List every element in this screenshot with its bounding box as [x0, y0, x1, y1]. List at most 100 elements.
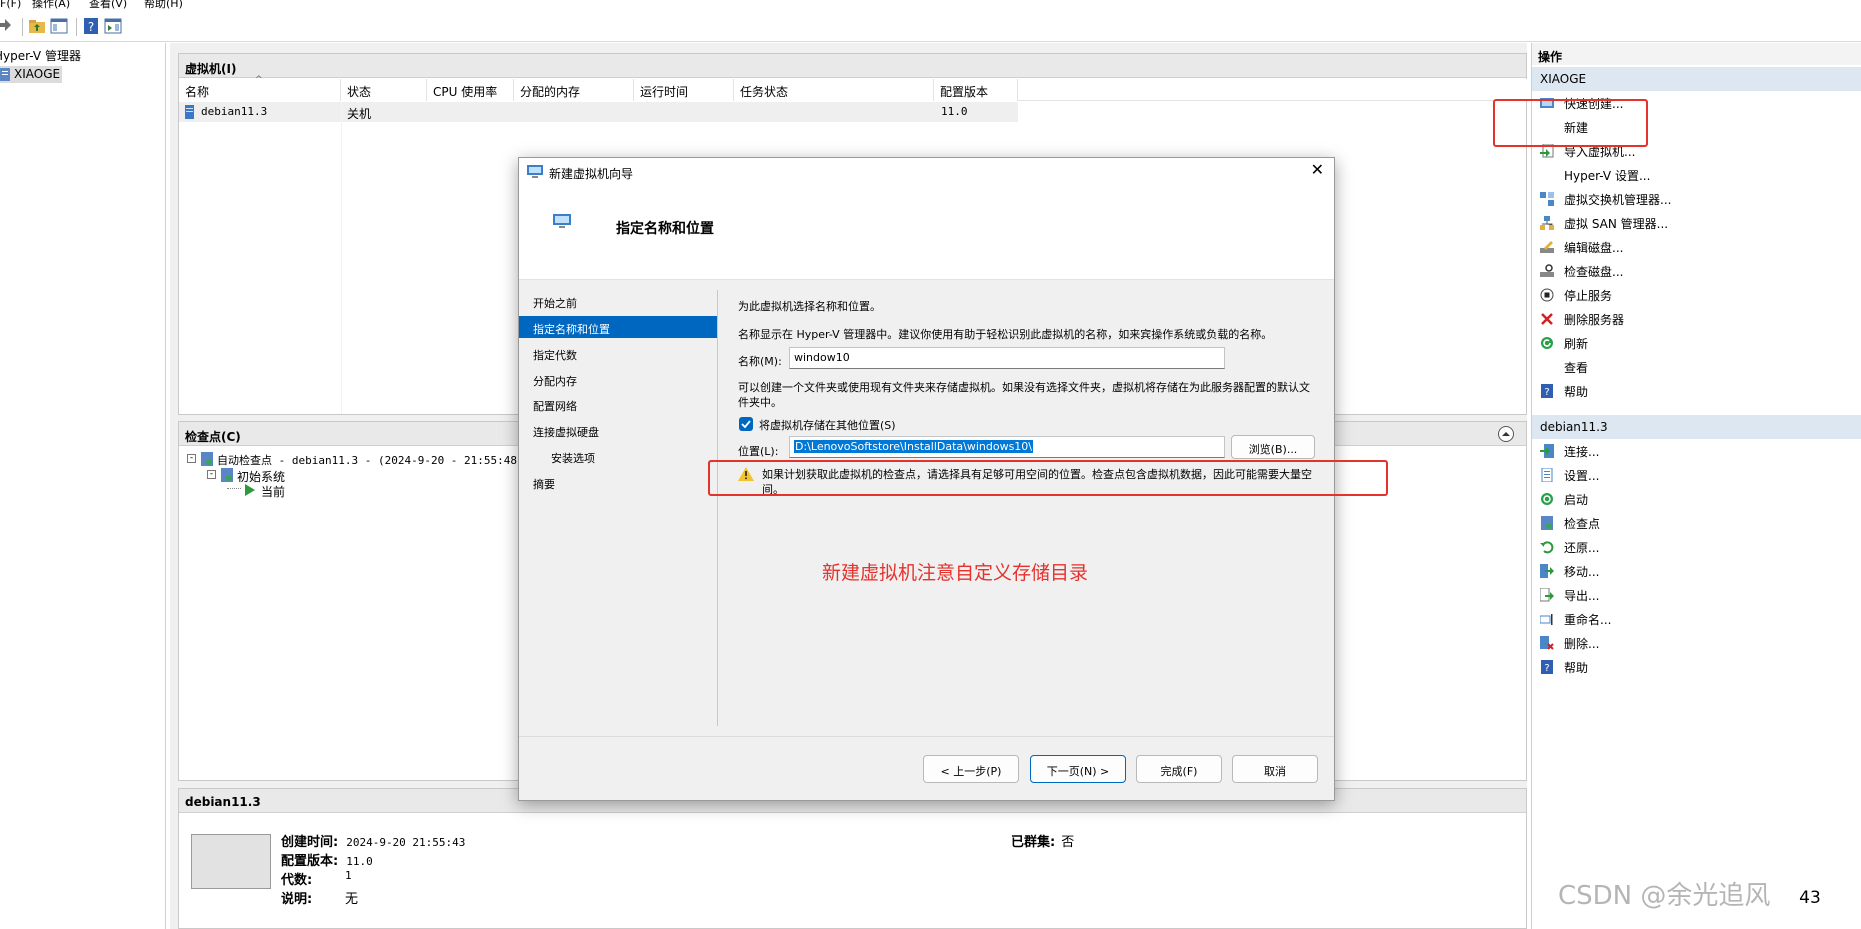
clustered-field: 已群集: 否 [1011, 831, 1074, 850]
browse-button[interactable]: 浏览(B)... [1231, 435, 1315, 459]
menu-file[interactable]: F(F) [0, 0, 21, 9]
tree-expander-icon[interactable]: - [207, 470, 216, 479]
forward-arrow-icon[interactable] [0, 17, 16, 37]
folder-description-line1: 可以创建一个文件夹或使用现有文件夹来存储虚拟机。如果没有选择文件夹，虚拟机将存储… [738, 381, 1310, 394]
edit-disk-icon [1540, 240, 1554, 254]
action-rename[interactable]: 重命名... [1532, 607, 1861, 631]
step-virtual-disk[interactable]: 连接虚拟硬盘 [519, 419, 717, 441]
clustered-label: 已群集: [1011, 835, 1056, 850]
connect-icon [1540, 444, 1554, 458]
help-icon[interactable]: ? [82, 17, 102, 37]
tree-server-label: XIAOGE [14, 67, 61, 81]
store-elsewhere-checkbox[interactable] [739, 417, 753, 431]
previous-button[interactable]: < 上一步(P) [923, 755, 1019, 783]
step-name-location[interactable]: 指定名称和位置 [519, 316, 717, 338]
field-label: 说明: [281, 892, 313, 907]
action-move[interactable]: 移动... [1532, 559, 1861, 583]
field-label: 创建时间: [281, 835, 339, 850]
action-revert[interactable]: 还原... [1532, 535, 1861, 559]
name-input[interactable]: window10 [789, 347, 1225, 369]
steps-divider [717, 290, 718, 726]
col-memory[interactable]: 分配的内存 [514, 79, 634, 101]
dialog-titlebar: 新建虚拟机向导 ✕ [519, 158, 1334, 186]
step-summary[interactable]: 摘要 [519, 471, 717, 493]
tree-root-hyperv-manager[interactable]: Hyper-V 管理器 [0, 47, 81, 64]
name-label: 名称(M): [738, 355, 782, 368]
action-help-vm[interactable]: ? 帮助 [1532, 655, 1861, 679]
col-config-version[interactable]: 配置版本 [934, 79, 1018, 101]
intro-text: 为此虚拟机选择名称和位置。 [738, 300, 881, 313]
cancel-button[interactable]: 取消 [1232, 755, 1318, 783]
step-before-you-begin[interactable]: 开始之前 [519, 290, 717, 312]
action-inspect-disk[interactable]: 检查磁盘... [1532, 259, 1861, 283]
action-settings[interactable]: 设置... [1532, 463, 1861, 487]
actions-pane: 操作 XIAOGE 快速创建... 新建 导入虚拟机... Hyper-V 设置… [1531, 43, 1861, 929]
dialog-footer: < 上一步(P) 下一页(N) > 完成(F) 取消 [519, 736, 1334, 800]
step-network[interactable]: 配置网络 [519, 393, 717, 415]
action-stop-service[interactable]: 停止服务 [1532, 283, 1861, 307]
action-hyperv-settings[interactable]: Hyper-V 设置... [1532, 163, 1861, 187]
annotation-text: 新建虚拟机注意自定义存储目录 [822, 562, 1089, 584]
location-value-selected: D:\LenovoSoftstore\InstallData\windows10… [794, 440, 1034, 453]
next-button[interactable]: 下一页(N) > [1030, 755, 1126, 783]
svg-text:?: ? [1544, 663, 1549, 674]
name-description: 名称显示在 Hyper-V 管理器中。建议你使用有助于轻松识别此虚拟机的名称，如… [738, 328, 1273, 341]
vm-name: debian11.3 [201, 105, 268, 118]
checkpoint-icon [1540, 516, 1554, 530]
vm-pane-title: 虚拟机(I) [179, 54, 1526, 78]
action-delete[interactable]: 删除... [1532, 631, 1861, 655]
show-hide-tree-icon[interactable] [50, 17, 70, 37]
finish-button[interactable]: 完成(F) [1136, 755, 1222, 783]
action-virtual-switch-manager[interactable]: 虚拟交换机管理器... [1532, 187, 1861, 211]
action-start[interactable]: 启动 [1532, 487, 1861, 511]
show-hide-action-pane-icon[interactable] [104, 17, 124, 37]
list-item[interactable]: 自动检查点 - debian11.3 - (2024-9-20 - 21:55:… [217, 452, 524, 468]
step-memory[interactable]: 分配内存 [519, 368, 717, 390]
list-item[interactable]: 当前 [261, 483, 285, 500]
table-row[interactable]: debian11.3 关机 11.0 [179, 102, 1018, 122]
checkpoint-icon [221, 468, 233, 486]
field-label: 配置版本: [281, 854, 339, 869]
dialog-body: 开始之前 指定名称和位置 指定代数 分配内存 配置网络 连接虚拟硬盘 安装选项 … [519, 280, 1334, 736]
step-install-options[interactable]: 安装选项 [519, 445, 717, 467]
dialog-title: 新建虚拟机向导 [549, 167, 634, 181]
field-value: 1 [345, 869, 352, 882]
action-view[interactable]: 查看 [1532, 355, 1861, 379]
refresh-icon [1540, 336, 1554, 350]
close-icon[interactable]: ✕ [1311, 162, 1324, 178]
col-state[interactable]: 状态 [341, 79, 427, 101]
action-edit-disk[interactable]: 编辑磁盘... [1532, 235, 1861, 259]
col-task-status[interactable]: 任务状态 [734, 79, 934, 101]
tree-server-xiaoge[interactable]: XIAOGE [0, 66, 62, 83]
vm-icon [185, 105, 194, 123]
tree-expander-icon[interactable]: - [187, 454, 196, 463]
play-icon [245, 484, 255, 500]
rename-icon [1539, 612, 1554, 626]
actions-group-vm[interactable]: debian11.3 [1532, 415, 1861, 439]
menu-view[interactable]: 查看(V) [89, 0, 127, 9]
col-uptime[interactable]: 运行时间 [634, 79, 734, 101]
checkpoint-icon [201, 452, 213, 470]
field-value: 11.0 [346, 855, 373, 868]
step-generation[interactable]: 指定代数 [519, 342, 717, 364]
action-remove-server[interactable]: 删除服务器 [1532, 307, 1861, 331]
action-virtual-san-manager[interactable]: 虚拟 SAN 管理器... [1532, 211, 1861, 235]
sort-up-icon: ^ [255, 75, 263, 85]
action-export[interactable]: 导出... [1532, 583, 1861, 607]
actions-group-server[interactable]: XIAOGE [1532, 67, 1861, 91]
collapse-icon[interactable] [1498, 426, 1514, 442]
up-folder-icon[interactable] [28, 17, 48, 37]
menu-bar: F(F) 操作(A) 查看(V) 帮助(H) [0, 0, 1861, 12]
help-icon: ? [1540, 384, 1554, 398]
location-input[interactable]: D:\LenovoSoftstore\InstallData\windows10… [789, 436, 1225, 458]
revert-icon [1540, 540, 1554, 554]
menu-help[interactable]: 帮助(H) [144, 0, 183, 9]
action-refresh[interactable]: 刷新 [1532, 331, 1861, 355]
field-value: 无 [345, 892, 359, 907]
col-cpu[interactable]: CPU 使用率 [427, 79, 514, 101]
action-checkpoint[interactable]: 检查点 [1532, 511, 1861, 535]
menu-action[interactable]: 操作(A) [32, 0, 70, 9]
action-help-server[interactable]: ? 帮助 [1532, 379, 1861, 403]
action-connect[interactable]: 连接... [1532, 439, 1861, 463]
power-icon [1540, 492, 1554, 506]
